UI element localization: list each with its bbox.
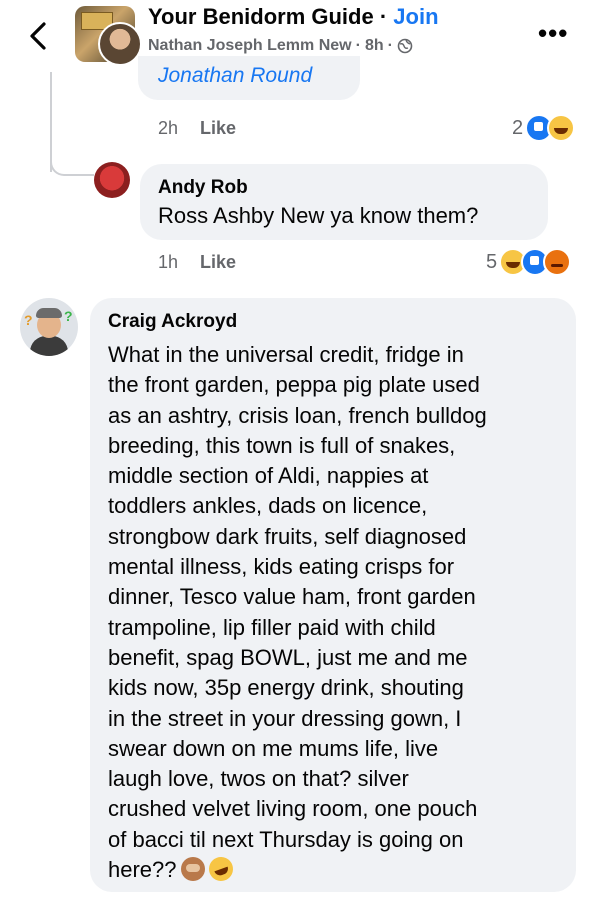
commenter-name[interactable]: Craig Ackroyd <box>108 311 237 333</box>
author-avatar[interactable] <box>98 22 142 66</box>
commenter-name[interactable]: Andy Rob <box>158 177 248 199</box>
thread-connector <box>50 140 94 176</box>
see-no-evil-monkey-icon <box>180 857 205 882</box>
globe-icon <box>397 38 413 54</box>
like-button[interactable]: Like <box>200 252 236 273</box>
comment-actions: 1h Like <box>158 252 236 273</box>
post-time[interactable]: 8h <box>365 37 384 55</box>
title-separator: · <box>379 4 388 29</box>
more-dots-icon[interactable]: ••• <box>538 18 568 49</box>
comment-text: What in the universal credit, fridge in … <box>108 342 487 883</box>
chevron-left-icon[interactable] <box>24 18 54 54</box>
commenter-avatar[interactable] <box>94 162 130 198</box>
comment-body: What in the universal credit, fridge in … <box>108 340 568 885</box>
haha-reaction-icon <box>547 114 576 142</box>
rolling-laughing-icon <box>205 853 236 885</box>
comment-text: Ross Ashby New ya know them? <box>158 203 479 228</box>
reaction-summary[interactable]: 5 <box>486 248 572 276</box>
comment-actions: 2h Like <box>158 118 236 139</box>
post-subline: Nathan Joseph Lemm New · 8h · <box>148 37 413 55</box>
comment-time[interactable]: 2h <box>158 118 178 139</box>
reaction-summary[interactable]: 2 <box>512 114 576 142</box>
reaction-count: 5 <box>486 250 498 273</box>
angry-reaction-icon <box>543 248 572 276</box>
subline-separator: · <box>387 37 393 54</box>
group-title: Your Benidorm Guide · Join <box>148 4 439 30</box>
join-button[interactable]: Join <box>393 4 438 29</box>
subline-separator: · <box>355 37 361 54</box>
reaction-count: 2 <box>512 116 524 139</box>
like-button[interactable]: Like <box>200 118 236 139</box>
group-name-link[interactable]: Your Benidorm Guide <box>148 4 374 29</box>
mention-link[interactable]: Jonathan Round <box>158 64 312 88</box>
comment-time[interactable]: 1h <box>158 252 178 273</box>
author-name-link[interactable]: Nathan Joseph Lemm New <box>148 37 352 55</box>
comment-bubble[interactable]: Jonathan Round <box>138 56 360 100</box>
commenter-avatar[interactable]: ?? <box>20 298 78 356</box>
